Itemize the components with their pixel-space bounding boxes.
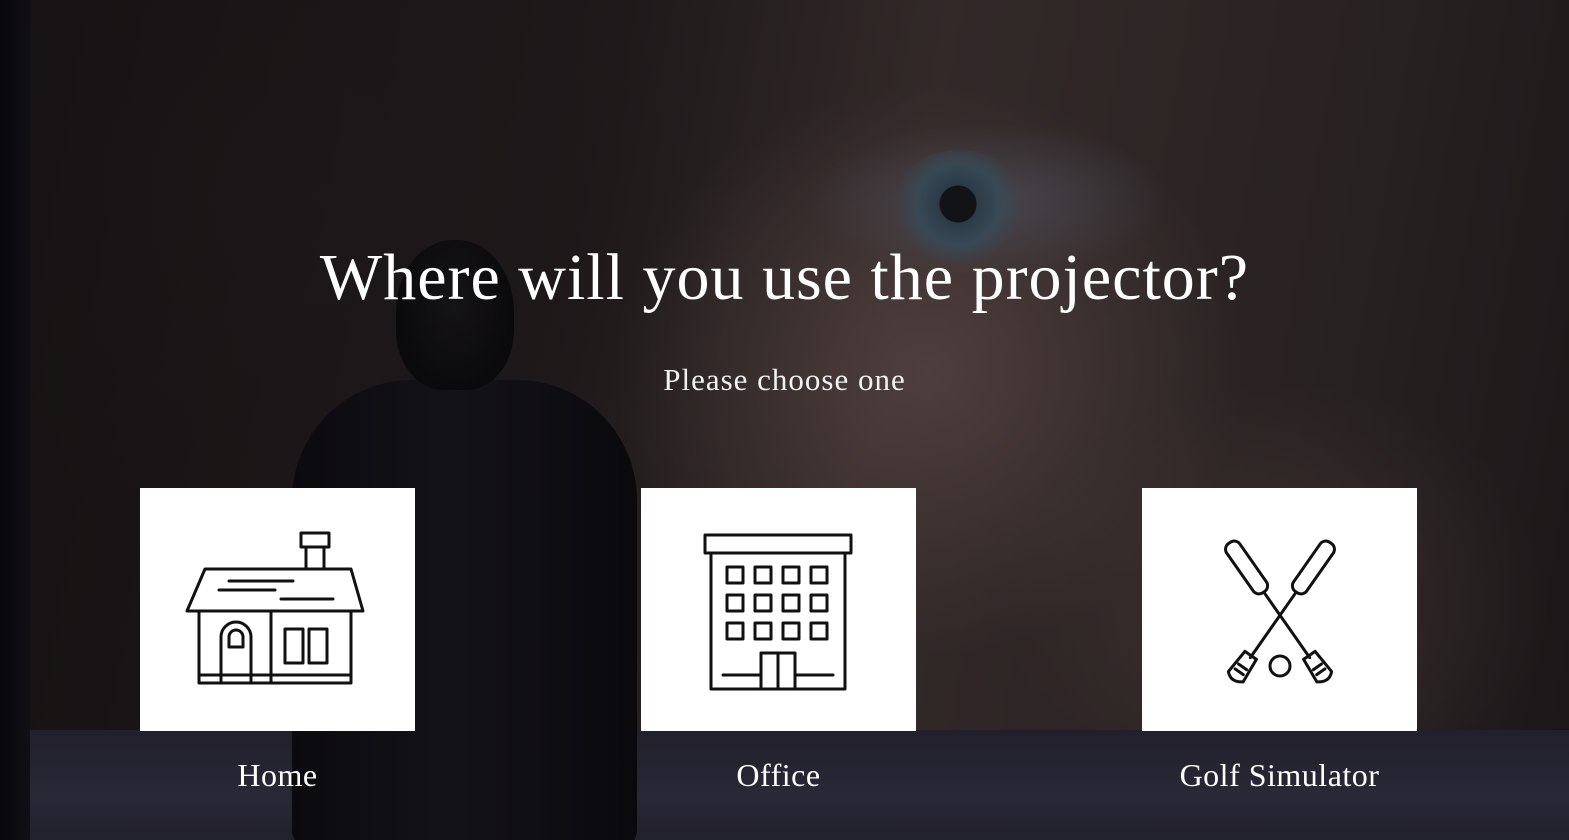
- option-home-label[interactable]: Home: [140, 755, 415, 795]
- office-building-icon: [703, 533, 852, 690]
- projector-usage-selector: Where will you use the projector? Please…: [0, 0, 1569, 840]
- option-office-label[interactable]: Office: [641, 755, 916, 795]
- option-golf-simulator-card[interactable]: [1142, 488, 1417, 731]
- option-golf-simulator[interactable]: Golf Simulator: [1142, 488, 1417, 795]
- house-icon: [185, 531, 364, 684]
- golf-clubs-icon: [1223, 539, 1336, 683]
- page-title: Where will you use the projector?: [319, 241, 1250, 314]
- option-office[interactable]: Office: [641, 488, 916, 795]
- option-home-card[interactable]: [140, 488, 415, 731]
- option-golf-simulator-label[interactable]: Golf Simulator: [1142, 755, 1417, 795]
- option-home[interactable]: Home: [140, 488, 415, 795]
- page-subtitle: Please choose one: [663, 362, 906, 397]
- option-office-card[interactable]: [641, 488, 916, 731]
